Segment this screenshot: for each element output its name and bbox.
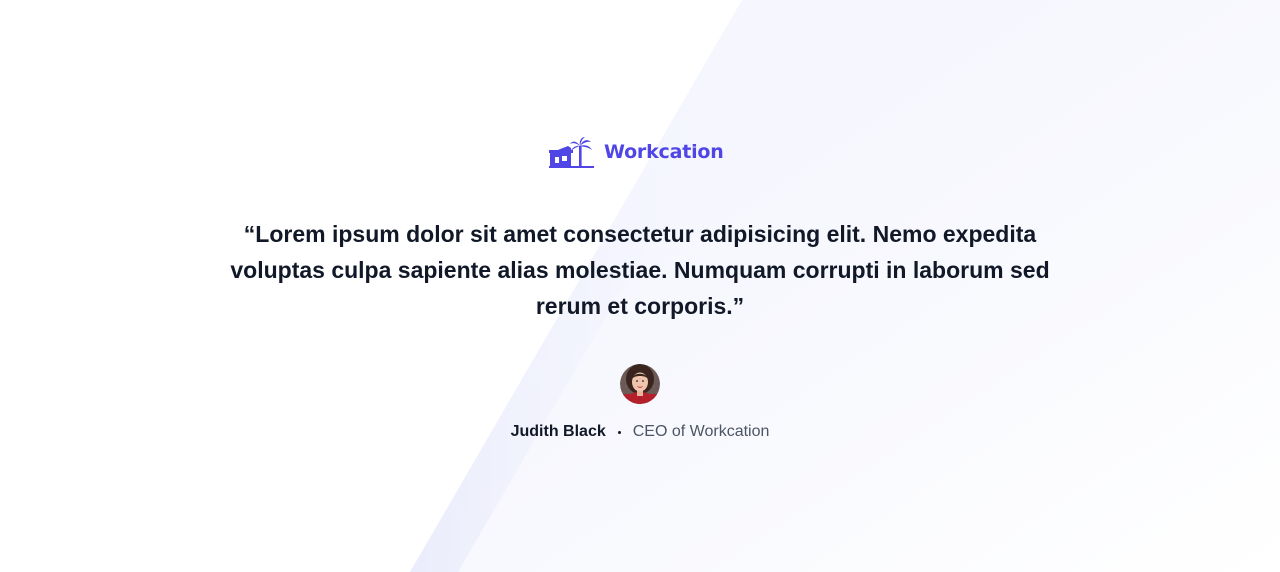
workcation-logo[interactable]: Workcation (549, 136, 724, 168)
author-role: CEO of Workcation (632, 423, 770, 440)
avatar (620, 364, 660, 404)
house-palm-icon (549, 136, 594, 168)
separator-dot (617, 430, 621, 434)
testimonial-quote: “Lorem ipsum dolor sit amet consectetur … (230, 221, 1050, 319)
testimonial-attribution: Judith Black CEO of Workcation (0, 420, 1280, 444)
brand-name: Workcation (604, 141, 724, 163)
testimonial-section: Workcation “Lorem ipsum dolor sit amet c… (0, 0, 1280, 572)
author-name: Judith Black (510, 423, 606, 440)
